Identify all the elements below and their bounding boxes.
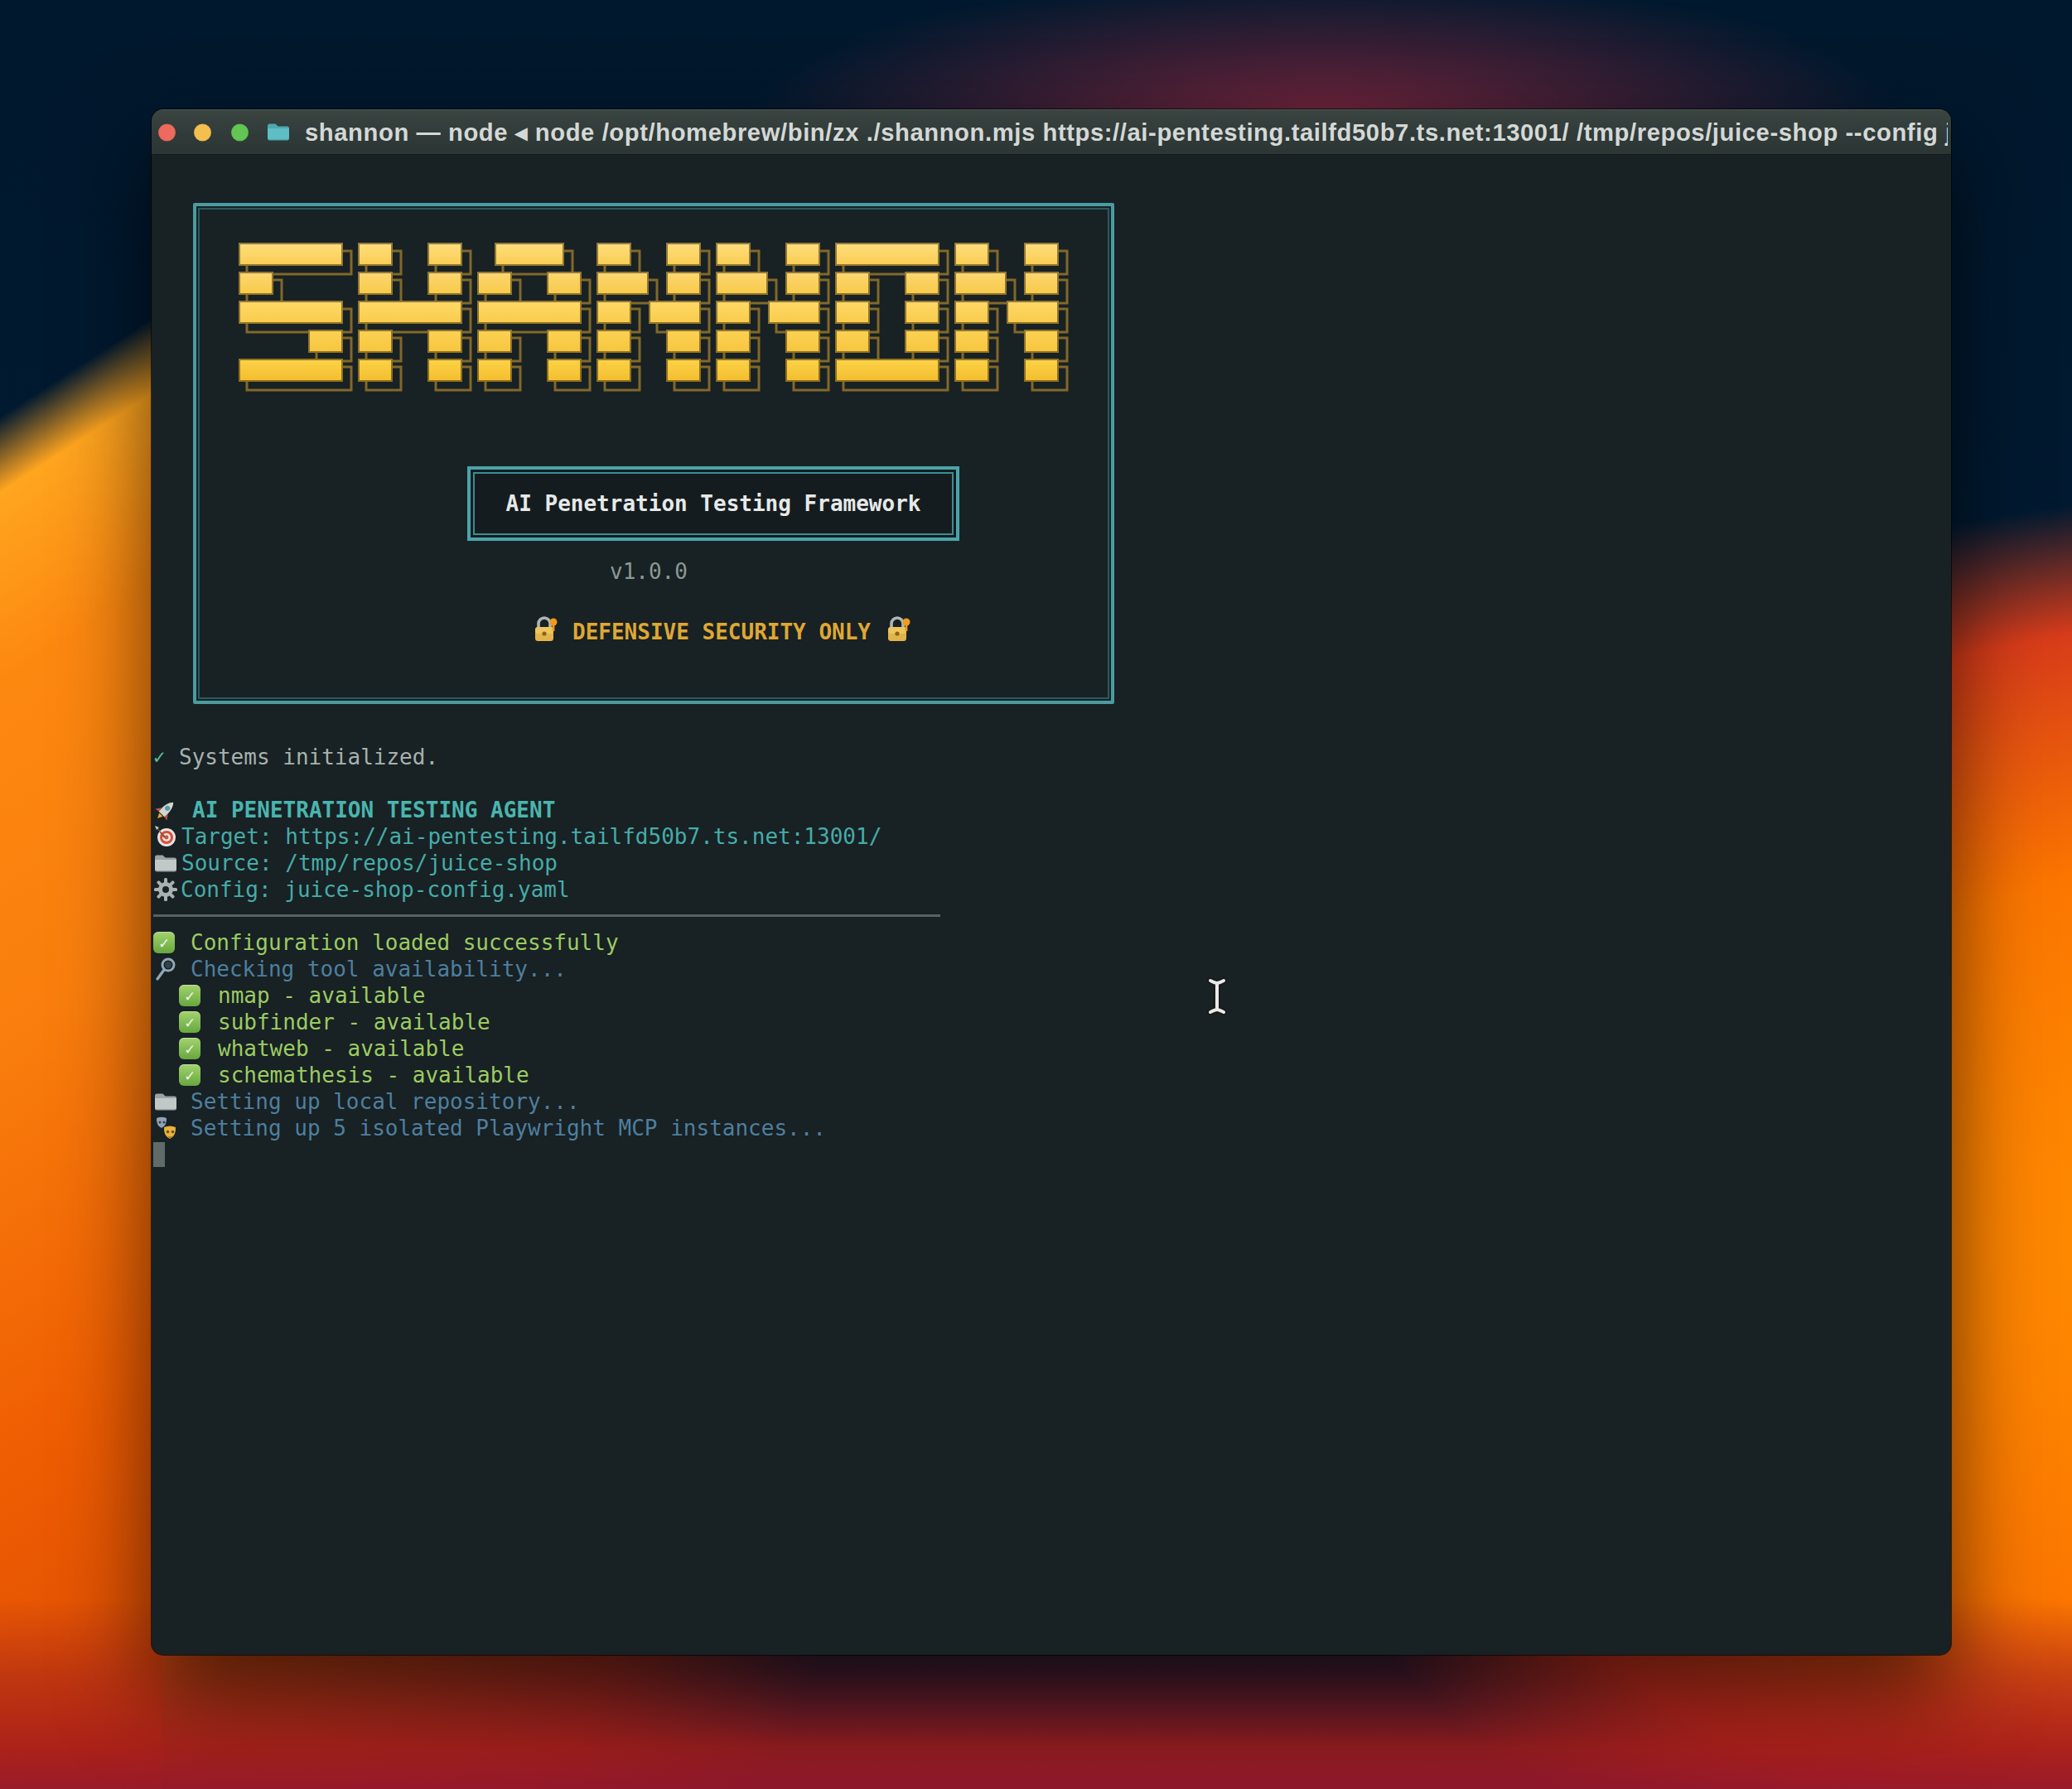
terminal-line-text: AI PENETRATION TESTING AGENT	[192, 797, 555, 823]
dart-icon	[153, 824, 178, 849]
terminal-line-text: Configuration loaded successfully	[191, 929, 619, 956]
check-icon: ✓	[153, 745, 165, 769]
terminal-line: Setting up local repository...	[153, 1088, 1951, 1115]
folder-proxy-icon	[266, 121, 291, 146]
gear-icon	[153, 877, 178, 902]
framework-subtitle: AI Penetration Testing Framework	[471, 470, 956, 538]
terminal-line: ✓ Systems initialized.	[153, 744, 1951, 770]
minimize-button[interactable]	[194, 123, 211, 141]
terminal-line-text: Target: https://ai-pentesting.tailfd50b7…	[181, 823, 881, 850]
terminal-line: AI PENETRATION TESTING AGENT	[153, 797, 1951, 823]
magnifier-icon	[153, 957, 178, 981]
terminal-line: Target: https://ai-pentesting.tailfd50b7…	[153, 823, 1951, 850]
terminal-line: ✓ whatweb - available	[153, 1035, 1951, 1062]
security-badge: DEFENSIVE SECURITY ONLY	[531, 614, 912, 650]
separator-rule	[153, 914, 940, 917]
checkbox-icon: ✓	[179, 983, 200, 1008]
wallpaper-left-flame	[0, 0, 162, 1789]
framework-subtitle-box: AI Penetration Testing Framework	[467, 466, 959, 541]
terminal-content[interactable]: AI Penetration Testing Framework v1.0.0 …	[152, 155, 1951, 1655]
security-badge-label: DEFENSIVE SECURITY ONLY	[572, 620, 871, 644]
titlebar[interactable]: shannon — node ◂ node /opt/homebrew/bin/…	[152, 109, 1951, 155]
terminal-line-text: whatweb - available	[218, 1035, 464, 1062]
folder-icon	[153, 1089, 178, 1114]
rocket-icon	[153, 798, 178, 822]
terminal-line: ✓ nmap - available	[153, 982, 1951, 1009]
cursor-line	[153, 1141, 1951, 1168]
terminal-line-text: Systems initialized.	[179, 744, 438, 770]
terminal-line-text: Config: juice-shop-config.yaml	[181, 876, 570, 903]
shannon-ascii-logo	[239, 243, 1074, 408]
window-title: shannon — node ◂ node /opt/homebrew/bin/…	[305, 109, 1948, 154]
terminal-line-text: Checking tool availability...	[191, 956, 567, 982]
checkbox-icon: ✓	[179, 1010, 200, 1034]
terminal-line-text: schemathesis - available	[218, 1062, 529, 1088]
version-label: v1.0.0	[610, 559, 688, 584]
banner-box: AI Penetration Testing Framework v1.0.0 …	[193, 203, 1114, 704]
blank-line	[153, 770, 1951, 797]
terminal-line: ✓ Configuration loaded successfully	[153, 929, 1951, 956]
lock-icon	[884, 615, 912, 649]
checkbox-icon: ✓	[179, 1063, 200, 1087]
terminal-line: Checking tool availability...	[153, 956, 1951, 982]
checkbox-icon: ✓	[179, 1036, 200, 1061]
separator-line	[153, 903, 1951, 929]
terminal-line: Setting up 5 isolated Playwright MCP ins…	[153, 1115, 1951, 1141]
terminal-line: ✓ subfinder - available	[153, 1009, 1951, 1035]
folder-icon	[153, 851, 178, 875]
terminal-output: ✓ Systems initialized. AI PENETRATION TEST…	[153, 744, 1951, 1168]
terminal-line: Source: /tmp/repos/juice-shop	[153, 850, 1951, 876]
terminal-line: Config: juice-shop-config.yaml	[153, 876, 1951, 903]
close-button[interactable]	[158, 123, 176, 141]
terminal-window: shannon — node ◂ node /opt/homebrew/bin/…	[152, 109, 1951, 1655]
checkbox-icon: ✓	[153, 930, 175, 955]
masks-icon	[153, 1116, 178, 1140]
terminal-cursor	[153, 1142, 165, 1167]
terminal-line-text: nmap - available	[218, 982, 425, 1009]
terminal-line-text: subfinder - available	[218, 1009, 490, 1035]
terminal-line-text: Source: /tmp/repos/juice-shop	[181, 850, 558, 876]
terminal-line-text: Setting up 5 isolated Playwright MCP ins…	[191, 1115, 826, 1141]
ibeam-mouse-cursor	[1206, 977, 1228, 1019]
lock-icon	[531, 615, 559, 649]
zoom-button[interactable]	[231, 123, 249, 141]
terminal-line: ✓ schemathesis - available	[153, 1062, 1951, 1088]
terminal-line-text: Setting up local repository...	[191, 1088, 580, 1115]
